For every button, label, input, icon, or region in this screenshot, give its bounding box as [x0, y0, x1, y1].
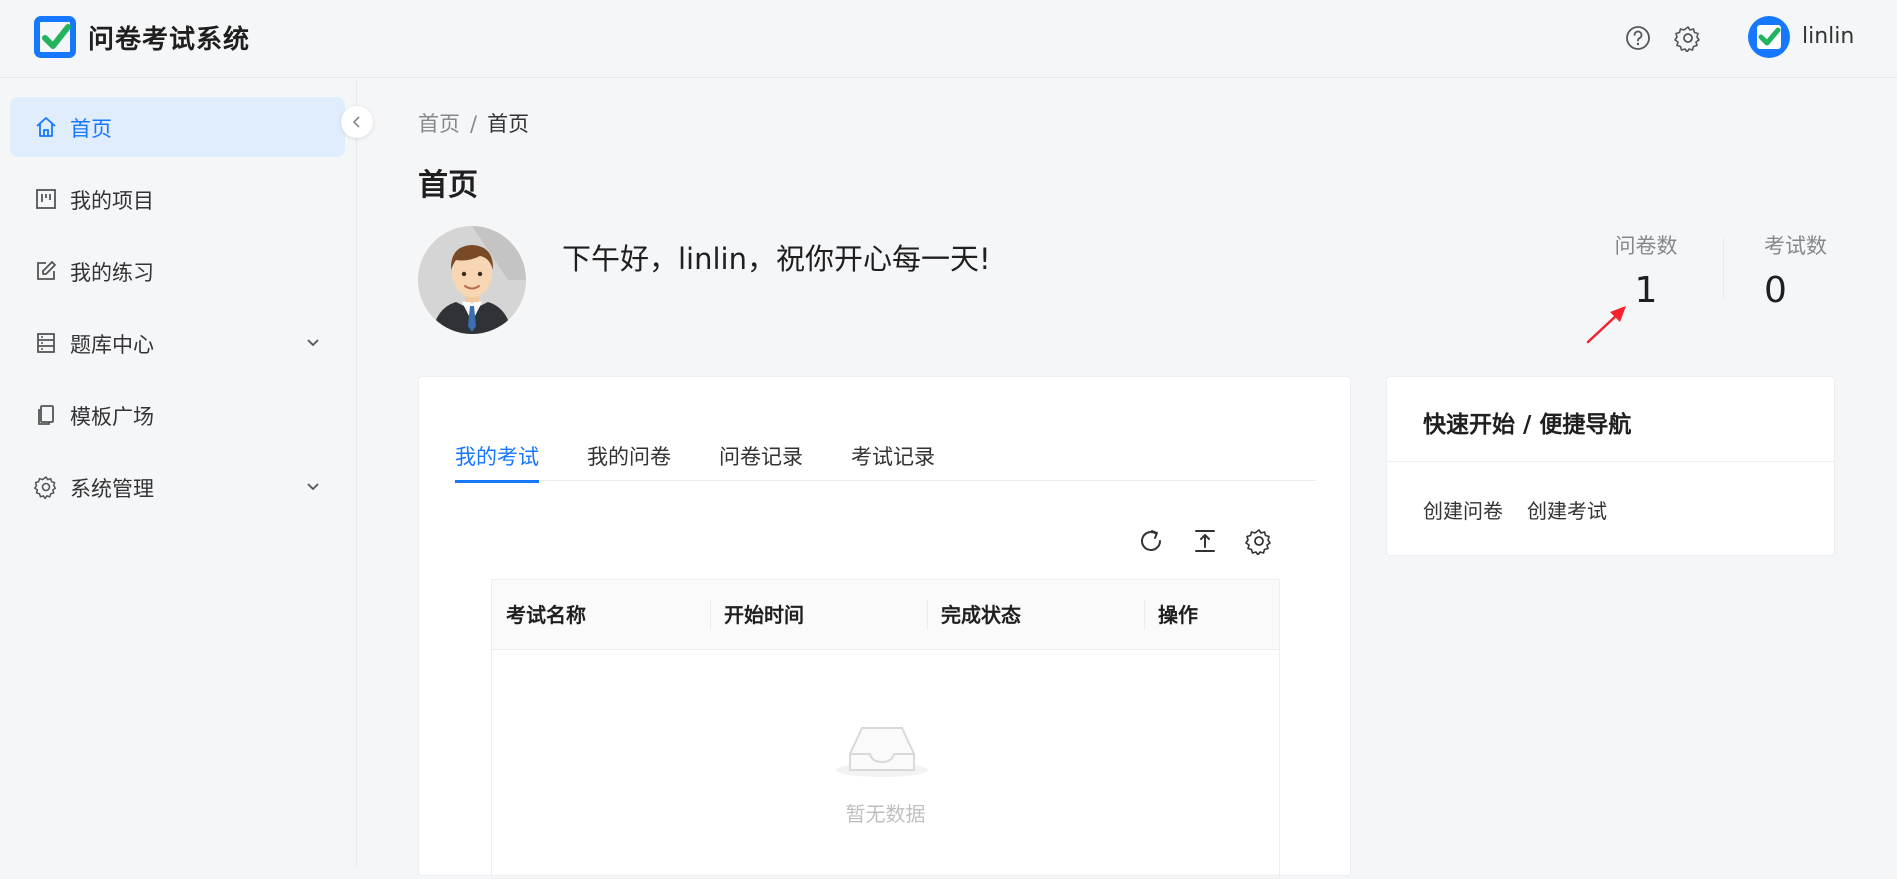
exam-card: 我的考试 我的问卷 问卷记录 考试记录 考试名称 开始时间 完成状态 操作 暂无…: [418, 376, 1351, 879]
greeting-text: 下午好，linlin，祝你开心每一天!: [562, 242, 991, 276]
stat-surveys: 问卷数 1: [1606, 230, 1686, 311]
tab-survey-records[interactable]: 问卷记录: [719, 441, 803, 471]
breadcrumb-separator: /: [470, 112, 478, 136]
annotation-arrow-icon: [1586, 306, 1626, 344]
breadcrumb: 首页 / 首页: [418, 108, 529, 138]
tab-my-exams[interactable]: 我的考试: [455, 441, 539, 471]
sidebar-item-label: 首页: [70, 117, 112, 141]
tab-active-indicator: [455, 480, 539, 483]
sidebar-item-home[interactable]: 首页: [10, 97, 345, 157]
sidebar-item-question-bank[interactable]: 题库中心: [10, 313, 345, 373]
app-title: 问卷考试系统: [88, 25, 251, 55]
user-name[interactable]: linlin: [1802, 24, 1854, 49]
sidebar-collapse-button[interactable]: [341, 106, 373, 138]
column-header: 完成状态: [941, 603, 1021, 627]
table-header: 考试名称 开始时间 完成状态 操作: [492, 580, 1279, 650]
chevron-left-icon: [352, 116, 360, 128]
gear-icon: [34, 476, 57, 499]
sidebar-item-projects[interactable]: 我的项目: [10, 169, 345, 229]
column-header: 考试名称: [506, 603, 586, 627]
profile-avatar: [418, 226, 526, 334]
column-height-icon[interactable]: [1191, 527, 1219, 555]
sidebar-item-label: 题库中心: [70, 333, 154, 357]
sidebar-item-label: 我的项目: [70, 189, 154, 213]
copy-icon: [38, 405, 54, 425]
home-icon: [36, 117, 56, 137]
sidebar: 首页 我的项目 我的练习 题库中心 模板广场 系统管理: [0, 79, 357, 868]
reload-icon[interactable]: [1137, 527, 1165, 555]
stat-exams: 考试数 0: [1764, 230, 1844, 311]
project-icon: [36, 189, 56, 209]
sidebar-item-label: 系统管理: [70, 477, 154, 501]
empty-state-text: 暂无数据: [845, 802, 926, 826]
stat-divider: [1723, 238, 1724, 300]
sidebar-item-templates[interactable]: 模板广场: [10, 385, 345, 445]
top-header: 问卷考试系统 linlin: [0, 0, 1897, 78]
create-survey-link[interactable]: 创建问卷: [1423, 495, 1503, 524]
stat-label: 考试数: [1764, 234, 1827, 258]
breadcrumb-current: 首页: [487, 112, 530, 136]
tab-my-surveys[interactable]: 我的问卷: [587, 441, 671, 471]
app-logo-icon[interactable]: [34, 16, 76, 58]
page-title: 首页: [418, 168, 478, 203]
chevron-down-icon: [307, 483, 319, 491]
edit-icon: [37, 261, 56, 280]
create-exam-link[interactable]: 创建考试: [1527, 495, 1607, 524]
chevron-down-icon: [307, 339, 319, 347]
empty-inbox-icon: [836, 727, 928, 777]
quick-nav-card: 快速开始 / 便捷导航 创建问卷 创建考试: [1386, 376, 1835, 556]
question-circle-icon[interactable]: [1624, 24, 1652, 52]
column-header: 操作: [1158, 603, 1198, 627]
stat-value: 0: [1764, 270, 1787, 311]
card-divider: [1387, 461, 1834, 462]
businessman-avatar-icon: [418, 226, 526, 334]
user-avatar[interactable]: [1748, 16, 1790, 58]
database-icon: [37, 333, 55, 353]
sidebar-item-label: 我的练习: [70, 261, 154, 285]
quick-nav-title: 快速开始 / 便捷导航: [1423, 412, 1632, 438]
sidebar-item-label: 模板广场: [70, 405, 154, 429]
stat-label: 问卷数: [1614, 234, 1678, 258]
exam-table: 考试名称 开始时间 完成状态 操作 暂无数据: [491, 579, 1280, 879]
sidebar-item-practice[interactable]: 我的练习: [10, 241, 345, 301]
tab-exam-records[interactable]: 考试记录: [851, 441, 935, 471]
gear-icon[interactable]: [1674, 24, 1702, 52]
sidebar-item-system[interactable]: 系统管理: [10, 457, 345, 517]
breadcrumb-link[interactable]: 首页: [418, 112, 460, 136]
gear-icon[interactable]: [1245, 527, 1273, 555]
tab-bar: 我的考试 我的问卷 问卷记录 考试记录: [455, 433, 1316, 481]
column-header: 开始时间: [724, 603, 804, 627]
